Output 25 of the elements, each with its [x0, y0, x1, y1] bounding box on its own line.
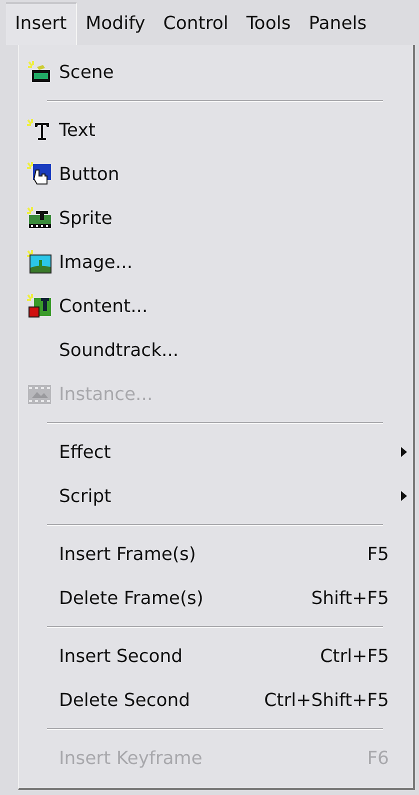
- content-icon: [26, 294, 52, 318]
- menu-item[interactable]: Text: [19, 108, 413, 152]
- menu-item[interactable]: Insert Second Ctrl+F5: [19, 634, 413, 678]
- menu-item[interactable]: Scene: [19, 50, 413, 94]
- menu-item[interactable]: Image...: [19, 240, 413, 284]
- film-strip-icon: [26, 207, 52, 229]
- text-tool-icon: [26, 119, 52, 141]
- menu-bar-item[interactable]: Tools: [237, 4, 300, 45]
- menu-item[interactable]: Delete Second Ctrl+Shift+F5: [19, 678, 413, 722]
- menu-item[interactable]: Insert Frame(s) F5: [19, 532, 413, 576]
- menu-bar-item[interactable]: Insert: [6, 2, 77, 45]
- menu-item[interactable]: Content...: [19, 284, 413, 328]
- image-icon: [26, 250, 52, 274]
- menu-item[interactable]: Script: [19, 474, 413, 518]
- menu-item[interactable]: Effect: [19, 430, 413, 474]
- menu-bar-item[interactable]: Control: [154, 4, 238, 45]
- hand-pointer-icon: [26, 162, 52, 186]
- menu-bar-item[interactable]: Panels: [300, 4, 376, 45]
- clapperboard-icon: [27, 61, 51, 83]
- menu-item[interactable]: Soundtrack...: [19, 328, 413, 372]
- menu-item[interactable]: Button: [19, 152, 413, 196]
- menu-item[interactable]: Delete Frame(s) Shift+F5: [19, 576, 413, 620]
- menu-bar-item[interactable]: Modify: [76, 4, 154, 45]
- menu-item[interactable]: Sprite: [19, 196, 413, 240]
- film-frame-icon: [26, 382, 52, 406]
